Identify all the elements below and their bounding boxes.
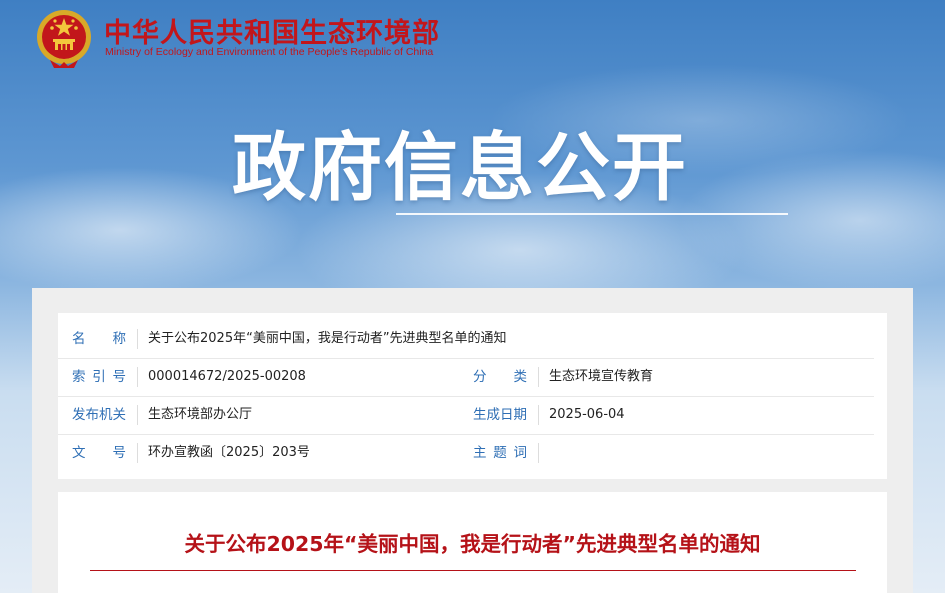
ministry-name-cn[interactable]: 中华人民共和国生态环境部	[104, 11, 440, 50]
column-separator	[137, 405, 138, 425]
document-title: 关于公布2025年“美丽中国，我是行动者”先进典型名单的通知	[184, 532, 761, 556]
metadata-value-doc-no: 环办宣教函〔2025〕203号	[148, 445, 310, 460]
document-title-rule	[90, 570, 856, 571]
column-separator	[137, 367, 138, 387]
ministry-name-en[interactable]: Ministry of Ecology and Environment of t…	[105, 46, 433, 58]
column-separator	[538, 367, 539, 387]
metadata-label-date: 生成日期	[473, 407, 527, 423]
column-separator	[538, 405, 539, 425]
metadata-value-category: 生态环境宣传教育	[549, 369, 654, 384]
metadata-table: 名 称 关于公布2025年“美丽中国，我是行动者”先进典型名单的通知 索 引 号…	[58, 313, 887, 479]
column-separator	[137, 329, 138, 349]
metadata-value-date: 2025-06-04	[549, 407, 625, 422]
metadata-row-docno: 文 号 环办宣教函〔2025〕203号 主 题 词	[58, 434, 874, 472]
metadata-label-subject: 主 题 词	[473, 445, 527, 461]
banner-title: 政府信息公开	[232, 125, 688, 211]
metadata-label-category: 分 类	[473, 369, 527, 385]
metadata-value-name: 关于公布2025年“美丽中国，我是行动者”先进典型名单的通知	[148, 331, 507, 346]
national-emblem-icon[interactable]	[34, 8, 94, 70]
metadata-label-doc-no: 文 号	[72, 445, 126, 461]
metadata-row-index: 索 引 号 000014672/2025-00208 分 类 生态环境宣传教育	[58, 358, 874, 397]
metadata-value-issuer: 生态环境部办公厅	[148, 407, 253, 422]
metadata-value-index-no: 000014672/2025-00208	[148, 369, 306, 384]
metadata-label-name: 名 称	[72, 331, 126, 347]
banner-divider	[396, 213, 788, 215]
metadata-label-index-no: 索 引 号	[72, 369, 126, 385]
column-separator	[137, 443, 138, 463]
metadata-label-issuer: 发布机关	[72, 407, 126, 423]
metadata-row-issuer: 发布机关 生态环境部办公厅 生成日期 2025-06-04	[58, 396, 874, 435]
metadata-row-name: 名 称 关于公布2025年“美丽中国，我是行动者”先进典型名单的通知	[58, 320, 874, 359]
column-separator	[538, 443, 539, 463]
